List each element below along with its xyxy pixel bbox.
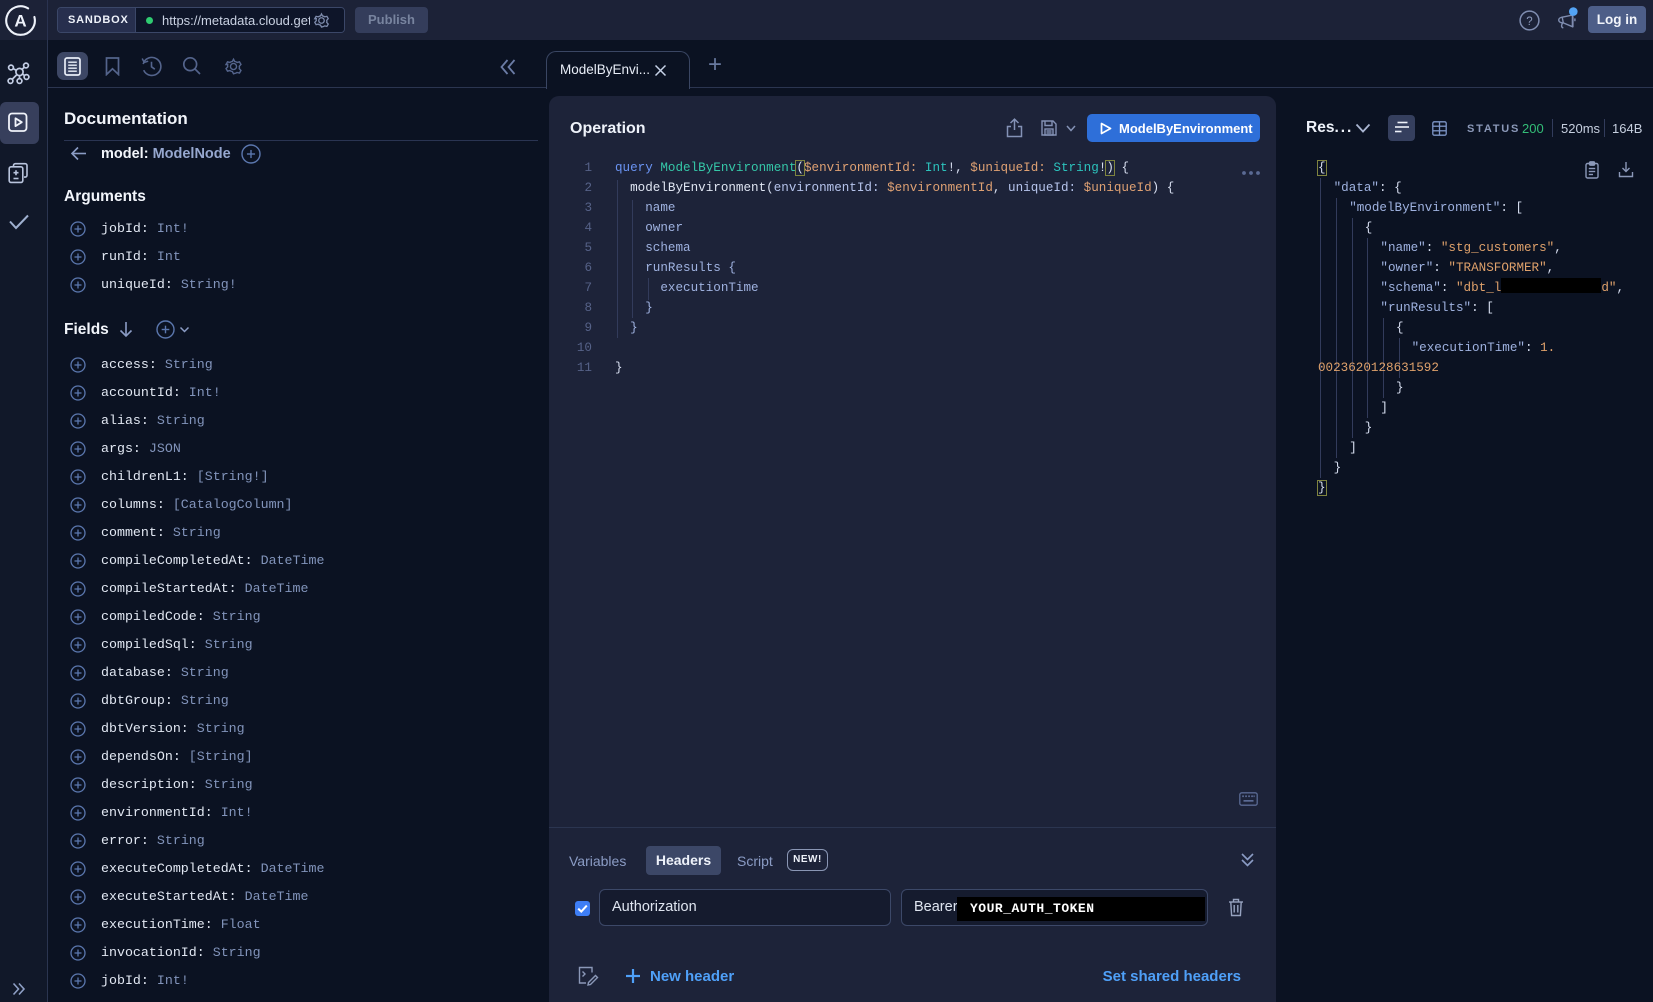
svg-text:A: A bbox=[14, 12, 26, 31]
svg-text:?: ? bbox=[1526, 16, 1532, 28]
